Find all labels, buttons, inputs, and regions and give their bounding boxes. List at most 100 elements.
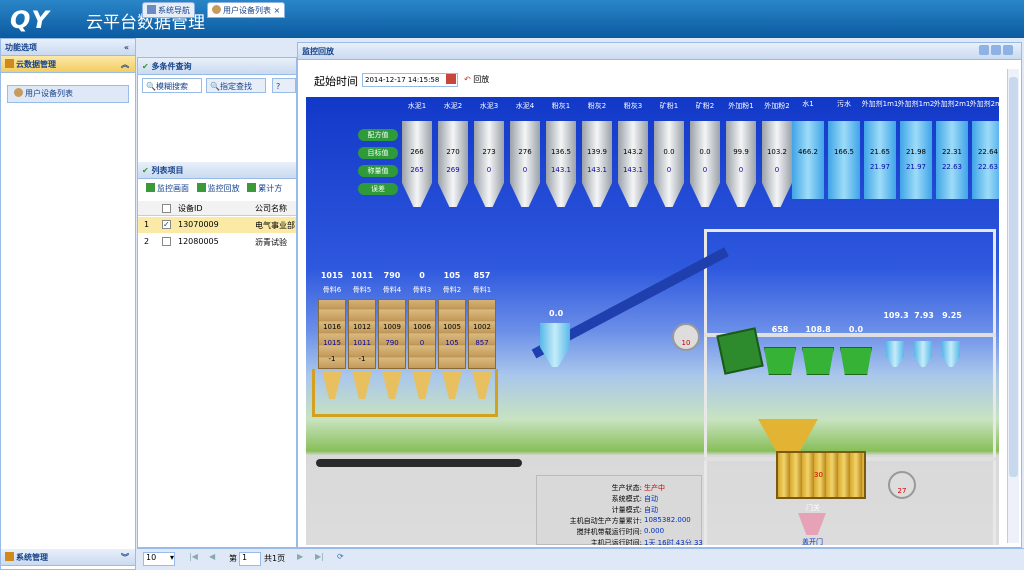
col-device-id[interactable]: 设备ID [178, 203, 203, 214]
silo-target-value: 139.9 [586, 148, 608, 156]
aggregate-target: 1016 [323, 323, 341, 331]
row-checkbox[interactable] [162, 237, 171, 246]
liquid-tank [900, 121, 932, 199]
mixer-value: 30 [814, 471, 823, 479]
aggregate-hopper [540, 323, 570, 367]
prev-page-icon[interactable]: ◀ [209, 552, 215, 561]
page-size-select[interactable]: 10 ▾ [143, 552, 175, 566]
page-input[interactable]: 1 [239, 552, 261, 566]
cement-silo [402, 121, 432, 207]
replay-button[interactable]: ↶ 回放 [464, 74, 489, 85]
silo-target-value: 143.2 [622, 148, 644, 156]
tank-target-value: 21.65 [869, 148, 891, 156]
aggregate-target: 1005 [443, 323, 461, 331]
minimize-icon[interactable] [979, 45, 989, 55]
silo-target-value: 270 [446, 148, 460, 156]
tab-device-list[interactable]: 用户设备列表 × [207, 2, 286, 18]
row-checkbox[interactable]: ✓ [162, 220, 171, 229]
monitor-replay-button[interactable]: 监控回放 [196, 183, 240, 193]
receiving-hopper [716, 327, 764, 375]
silo-name: 矿粉1 [659, 102, 679, 110]
legend-weighed: 称量值 [358, 165, 398, 177]
aggregate-weighed: 857 [475, 339, 489, 347]
cement-silo [474, 121, 504, 207]
list-toolbar: 监控画面 监控回放 累计方 [146, 183, 282, 194]
silo-name: 水泥1 [407, 102, 427, 110]
pagination-bar: 10 ▾ |◀ ◀ 第 1 共1页 ▶ ▶| ⟳ [137, 548, 1024, 570]
close-icon[interactable] [1003, 45, 1013, 55]
status-key: 系统模式: [611, 495, 642, 503]
aggregate-name: 骨料2 [442, 286, 462, 294]
nav-item-device-list[interactable]: 用户设备列表 [7, 85, 129, 103]
select-all-checkbox[interactable] [162, 204, 171, 213]
col-company[interactable]: 公司名称 [255, 203, 287, 214]
search-icon: 🔍 [146, 82, 156, 91]
liquid-tank [864, 121, 896, 199]
status-key: 主机已运行时间: [590, 539, 642, 545]
cement-silo [726, 121, 756, 207]
monitor-screen-button[interactable]: 监控画面 [146, 183, 189, 193]
aggregate-top-value: 0 [419, 271, 425, 280]
undo-icon: ↶ [464, 75, 471, 84]
status-key: 主机自动生产方量累计: [569, 517, 642, 525]
help-icon[interactable]: ? [272, 78, 296, 93]
silo-weighed-value: 143.1 [622, 166, 644, 174]
aggregate-target: 1012 [353, 323, 371, 331]
company-name: 沥青试验 [255, 238, 287, 247]
page-label: 第 [229, 554, 237, 563]
discharge-status: 盖开门 [802, 538, 823, 545]
page-total: 共1页 [264, 554, 286, 563]
calendar-icon[interactable] [446, 74, 456, 84]
next-page-icon[interactable]: ▶ [297, 552, 303, 561]
weigh-hopper [802, 347, 834, 375]
plant-scene: 配方值 目标值 称量值 误差 0.0 10 27 30 门关 盖开门 水泥1 26… [306, 97, 999, 545]
cumulative-button[interactable]: 累计方 [247, 183, 282, 193]
hopper-value: 0.0 [848, 325, 864, 334]
aggregate-weighed: 1015 [323, 339, 341, 347]
status-key: 搅拌机带载运行时间: [576, 528, 642, 536]
bottom-belt [316, 459, 522, 467]
refresh-icon[interactable]: ⟳ [337, 552, 344, 561]
nav-section-system[interactable]: 系统管理 ︾ [1, 549, 135, 566]
device-id: 12080005 [178, 237, 219, 246]
silo-weighed-value: 0 [702, 166, 708, 174]
chevron-down-icon[interactable]: ︾ [121, 549, 129, 566]
tab-system-nav[interactable]: 系统导航 [142, 2, 195, 18]
chevron-up-icon[interactable]: ︽ [121, 56, 129, 73]
aggregate-bin [468, 299, 496, 369]
cement-silo [438, 121, 468, 207]
maximize-icon[interactable] [991, 45, 1001, 55]
tank-weighed-value: 21.97 [905, 163, 927, 171]
home-icon [147, 5, 156, 14]
left-panel-title: 功能选项 « [1, 39, 135, 56]
aggregate-top-value: 857 [473, 271, 491, 280]
close-icon[interactable]: × [274, 6, 281, 15]
silo-weighed-value: 0 [666, 166, 672, 174]
start-time-label: 起始时间 [314, 75, 358, 88]
last-page-icon[interactable]: ▶| [315, 552, 324, 561]
tab-exact-search[interactable]: 🔍指定查找 [206, 78, 266, 93]
table-row[interactable]: 1 ✓ 13070009 电气事业部 [138, 217, 296, 233]
cement-silo [618, 121, 648, 207]
list-title: ✔ 列表项目 [138, 162, 296, 179]
collapse-icon[interactable]: « [124, 39, 129, 56]
silo-target-value: 99.9 [733, 148, 749, 156]
silo-weighed-value: 143.1 [550, 166, 572, 174]
monitor-icon [146, 183, 155, 192]
cement-silo [762, 121, 792, 207]
aggregate-name: 骨料6 [322, 286, 342, 294]
table-row[interactable]: 2 12080005 沥青试验 [138, 234, 296, 250]
first-page-icon[interactable]: |◀ [189, 552, 198, 561]
scrollbar[interactable] [1007, 69, 1019, 543]
silo-target-value: 276 [518, 148, 532, 156]
silo-target-value: 0.0 [663, 148, 675, 156]
aggregate-error: -1 [328, 355, 336, 363]
folder-icon [5, 552, 14, 561]
monitor-icon [247, 183, 257, 192]
silo-weighed-value: 0 [486, 166, 492, 174]
nav-section-cloud[interactable]: 云数据管理 ︽ [1, 56, 135, 73]
folder-icon [5, 59, 14, 68]
belt-value: 0.0 [549, 309, 564, 318]
tab-fuzzy-search[interactable]: 🔍模糊搜索 [142, 78, 202, 93]
start-time-input[interactable]: 2014-12-17 14:15:58 [362, 73, 458, 87]
